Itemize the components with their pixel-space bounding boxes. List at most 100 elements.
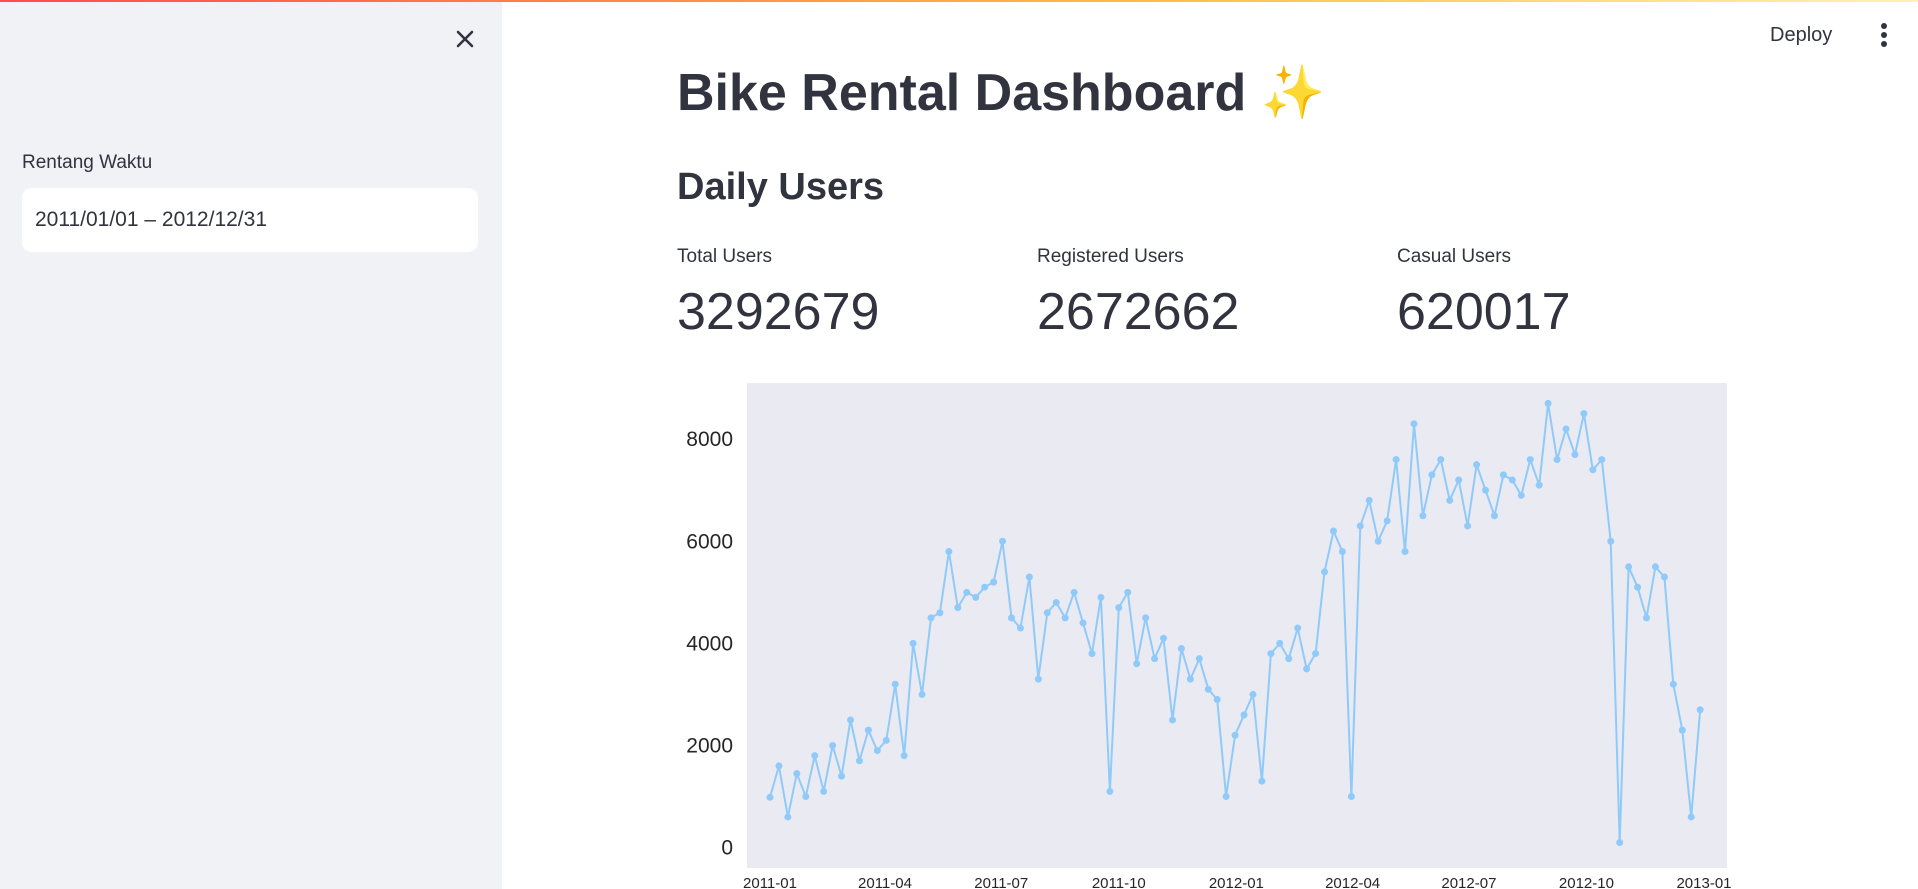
metric-value: 3292679 <box>677 283 880 341</box>
data-point <box>1553 456 1561 464</box>
data-point <box>1294 624 1302 632</box>
data-point <box>963 588 971 596</box>
data-point <box>1347 793 1355 801</box>
data-point <box>1544 399 1552 407</box>
data-point <box>1669 680 1677 688</box>
x-tick-label: 2012-10 <box>1559 875 1614 889</box>
data-point <box>1142 614 1150 622</box>
data-point <box>1329 527 1337 535</box>
data-point <box>1643 614 1651 622</box>
data-point <box>1678 726 1686 734</box>
metric-value: 2672662 <box>1037 283 1240 341</box>
data-point <box>1267 650 1275 658</box>
data-point <box>954 604 962 612</box>
data-point <box>1240 711 1248 719</box>
data-point <box>1535 481 1543 489</box>
top-accent-bar <box>0 0 1918 2</box>
data-point <box>1303 665 1311 673</box>
data-point <box>1482 486 1490 494</box>
data-point <box>1321 568 1329 576</box>
data-point <box>1607 537 1615 545</box>
data-point <box>1061 614 1069 622</box>
data-point <box>1517 491 1525 499</box>
data-point <box>909 639 917 647</box>
data-point <box>775 762 783 770</box>
data-point <box>1338 547 1346 555</box>
date-range-label: Rentang Waktu <box>22 152 153 173</box>
x-tick-label: 2011-10 <box>1092 875 1146 889</box>
data-point <box>1249 690 1257 698</box>
metric-label: Casual Users <box>1397 246 1512 267</box>
metric-total-users: Total Users 3292679 <box>677 246 879 342</box>
data-point <box>1562 425 1570 433</box>
data-point <box>1097 593 1105 601</box>
data-point <box>1392 456 1400 464</box>
data-point <box>838 772 846 780</box>
metric-casual-users: Casual Users 620017 <box>1397 246 1571 342</box>
data-point <box>1007 614 1015 622</box>
data-point <box>1365 496 1373 504</box>
data-point <box>1043 609 1051 617</box>
deploy-button[interactable]: Deploy <box>1770 18 1832 52</box>
metric-value: 620017 <box>1397 283 1571 341</box>
data-point <box>1490 512 1498 520</box>
data-point <box>1446 496 1454 504</box>
data-point <box>1079 619 1087 627</box>
data-point <box>900 752 908 760</box>
data-point <box>1526 456 1534 464</box>
y-tick-label: 4000 <box>686 632 733 655</box>
date-range-input[interactable]: 2011/01/01 – 2012/12/31 <box>22 188 478 252</box>
data-point <box>829 741 837 749</box>
data-point <box>1133 660 1141 668</box>
main-menu-button[interactable] <box>1872 18 1896 52</box>
data-point <box>927 614 935 622</box>
data-point <box>1177 644 1185 652</box>
data-point <box>1580 410 1588 418</box>
data-point <box>846 716 854 724</box>
page-title-text: Bike Rental Dashboard <box>677 64 1247 122</box>
x-tick-label: 2011-04 <box>858 875 912 889</box>
data-point <box>1625 563 1633 571</box>
data-point <box>793 770 801 778</box>
data-point <box>1598 456 1606 464</box>
data-point <box>1464 522 1472 530</box>
x-tick-label: 2012-04 <box>1325 875 1380 889</box>
data-point <box>1473 461 1481 469</box>
kebab-menu-icon <box>1881 23 1887 47</box>
plot-area <box>747 383 1727 868</box>
data-point <box>1115 604 1123 612</box>
data-point <box>1276 639 1284 647</box>
close-sidebar-button[interactable] <box>450 24 480 54</box>
data-point <box>1124 588 1132 596</box>
data-point <box>981 583 989 591</box>
metric-label: Registered Users <box>1037 246 1184 267</box>
data-point <box>1455 476 1463 484</box>
x-tick-label: 2012-07 <box>1441 875 1496 889</box>
data-point <box>864 726 872 734</box>
daily-users-chart: 0 2000 4000 6000 8000 2011-01 2011-04 2011-07 20… <box>686 383 1732 889</box>
data-point <box>1151 655 1159 663</box>
data-point <box>1222 793 1230 801</box>
data-point <box>811 752 819 760</box>
data-point <box>1616 838 1624 846</box>
x-tick-label: 2011-01 <box>743 875 797 889</box>
data-point <box>945 547 953 555</box>
data-point <box>891 680 899 688</box>
data-point <box>766 793 774 801</box>
y-tick-label: 0 <box>721 837 733 860</box>
data-point <box>1106 787 1114 795</box>
data-point <box>882 736 890 744</box>
data-point <box>1571 450 1579 458</box>
data-point <box>1025 573 1033 581</box>
data-point <box>1285 655 1293 663</box>
y-tick-label: 2000 <box>686 734 733 757</box>
data-point <box>784 813 792 821</box>
sparkles-emoji: ✨ <box>1260 64 1326 122</box>
x-tick-label: 2011-07 <box>974 875 1028 889</box>
y-tick-label: 8000 <box>686 428 733 451</box>
x-tick-label: 2012-01 <box>1209 875 1264 889</box>
data-point <box>1634 583 1642 591</box>
data-point <box>1312 650 1320 658</box>
data-point <box>1374 537 1382 545</box>
x-tick-label: 2013-01 <box>1676 875 1731 889</box>
